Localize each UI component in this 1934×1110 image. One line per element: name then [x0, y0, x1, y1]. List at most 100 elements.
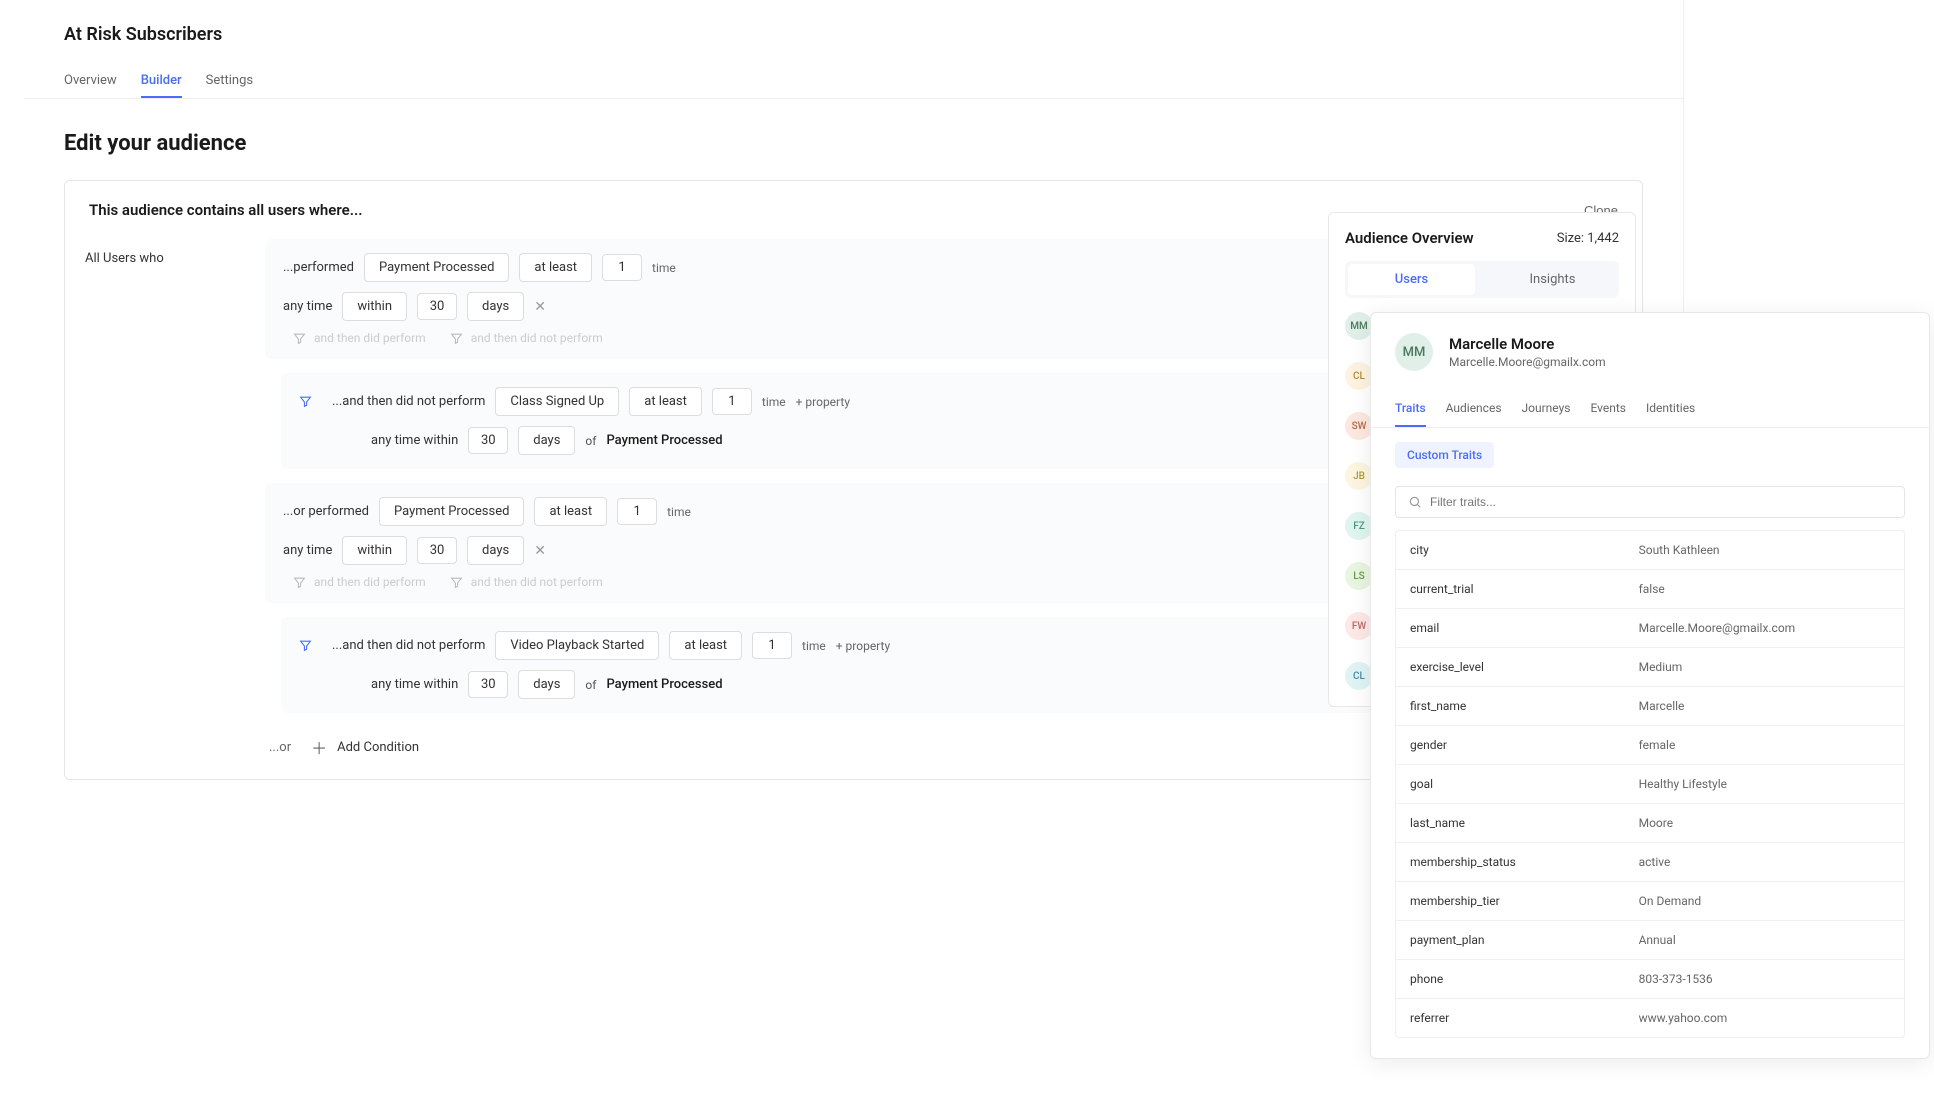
trait-value: www.yahoo.com	[1625, 999, 1904, 1037]
trait-key: city	[1396, 531, 1625, 569]
user-list-item[interactable]: SW	[1345, 412, 1373, 440]
trait-key: membership_tier	[1396, 882, 1625, 920]
within-unit[interactable]: days	[518, 426, 575, 455]
user-list-item[interactable]: CL	[1345, 662, 1373, 690]
condition-prefix: ...and then did not perform	[332, 638, 485, 653]
event-selector[interactable]: Payment Processed	[364, 253, 509, 282]
chip-custom-traits[interactable]: Custom Traits	[1395, 442, 1494, 468]
count-input[interactable]: 1	[602, 254, 642, 281]
user-avatar: MM	[1395, 333, 1433, 371]
within-selector[interactable]: within	[342, 292, 407, 321]
within-unit[interactable]: days	[467, 292, 524, 321]
time-suffix: time	[667, 505, 691, 519]
ud-tab-journeys[interactable]: Journeys	[1522, 391, 1571, 427]
filter-traits-search[interactable]	[1395, 486, 1905, 518]
event-selector[interactable]: Payment Processed	[379, 497, 524, 526]
trait-value: 803-373-1536	[1625, 960, 1904, 998]
within-count[interactable]: 30	[468, 671, 508, 698]
all-users-label: All Users who	[65, 239, 265, 779]
tab-overview[interactable]: Overview	[64, 65, 117, 98]
trait-row: referrerwww.yahoo.com	[1396, 999, 1904, 1037]
remove-timewindow-3[interactable]: ✕	[534, 543, 546, 559]
tab-settings[interactable]: Settings	[206, 65, 253, 98]
trait-key: payment_plan	[1396, 921, 1625, 959]
trait-row: membership_statusactive	[1396, 843, 1904, 882]
within-unit[interactable]: days	[467, 536, 524, 565]
trait-row: membership_tierOn Demand	[1396, 882, 1904, 921]
overview-tab-insights[interactable]: Insights	[1489, 264, 1616, 295]
user-list-item[interactable]: CL	[1345, 362, 1373, 390]
trait-row: payment_planAnnual	[1396, 921, 1904, 960]
filter-traits-input[interactable]	[1430, 495, 1892, 509]
user-list-item[interactable]: MM	[1345, 312, 1373, 340]
user-detail-panel: MM Marcelle Moore Marcelle.Moore@gmailx.…	[1370, 312, 1930, 1059]
trait-row: first_nameMarcelle	[1396, 687, 1904, 726]
trait-key: last_name	[1396, 804, 1625, 842]
remove-timewindow-1[interactable]: ✕	[534, 299, 546, 315]
overview-tab-users[interactable]: Users	[1348, 264, 1475, 295]
within-count[interactable]: 30	[417, 537, 457, 564]
funnel-icon	[299, 395, 312, 408]
user-list-item[interactable]: LS	[1345, 562, 1373, 590]
funnel-didnot-perform[interactable]: and then did not perform	[450, 331, 603, 345]
user-list-item[interactable]: JB	[1345, 462, 1373, 490]
anytime-label: any time	[283, 299, 332, 314]
within-count[interactable]: 30	[468, 427, 508, 454]
user-name: Marcelle Moore	[1449, 335, 1606, 353]
plus-icon: ＋	[311, 735, 327, 759]
trait-value: Marcelle.Moore@gmailx.com	[1625, 609, 1904, 647]
count-input[interactable]: 1	[617, 498, 657, 525]
time-suffix: time	[802, 639, 826, 653]
add-condition-button[interactable]: ＋ Add Condition	[311, 735, 419, 759]
time-suffix: time	[652, 261, 676, 275]
trait-value: Moore	[1625, 804, 1904, 842]
tab-builder[interactable]: Builder	[141, 65, 182, 98]
main-tabs: Overview Builder Settings	[24, 65, 1683, 99]
section-title: Edit your audience	[24, 99, 1683, 180]
trait-row: exercise_levelMedium	[1396, 648, 1904, 687]
event-selector[interactable]: Class Signed Up	[495, 387, 619, 416]
trait-value: Marcelle	[1625, 687, 1904, 725]
add-property-2[interactable]: + property	[796, 395, 850, 409]
operator-selector[interactable]: at least	[519, 253, 592, 282]
ud-tab-audiences[interactable]: Audiences	[1446, 391, 1502, 427]
trait-key: referrer	[1396, 999, 1625, 1037]
within-unit[interactable]: days	[518, 670, 575, 699]
of-label: of	[585, 434, 596, 448]
or-label: ...or	[269, 740, 291, 755]
operator-selector[interactable]: at least	[669, 631, 742, 660]
operator-selector[interactable]: at least	[534, 497, 607, 526]
event-selector[interactable]: Video Playback Started	[495, 631, 659, 660]
count-input[interactable]: 1	[752, 632, 792, 659]
add-property-4[interactable]: + property	[836, 639, 890, 653]
funnel-didnot-perform[interactable]: and then did not perform	[450, 575, 603, 589]
funnel-icon	[299, 639, 312, 652]
ud-tab-identities[interactable]: Identities	[1646, 391, 1695, 427]
builder-header-title: This audience contains all users where..…	[89, 201, 362, 219]
user-list-item[interactable]: FW	[1345, 612, 1373, 640]
traits-table: citySouth Kathleencurrent_trialfalseemai…	[1395, 530, 1905, 1038]
trait-row: current_trialfalse	[1396, 570, 1904, 609]
operator-selector[interactable]: at least	[629, 387, 702, 416]
trait-row: last_nameMoore	[1396, 804, 1904, 843]
of-event: Payment Processed	[606, 677, 722, 692]
within-count[interactable]: 30	[417, 293, 457, 320]
ud-tab-events[interactable]: Events	[1590, 391, 1626, 427]
within-selector[interactable]: within	[342, 536, 407, 565]
trait-key: exercise_level	[1396, 648, 1625, 686]
trait-key: email	[1396, 609, 1625, 647]
trait-row: citySouth Kathleen	[1396, 531, 1904, 570]
trait-key: gender	[1396, 726, 1625, 764]
page-title: At Risk Subscribers	[64, 24, 1643, 45]
user-list-item[interactable]: FZ	[1345, 512, 1373, 540]
ud-tab-traits[interactable]: Traits	[1395, 391, 1426, 427]
funnel-did-perform[interactable]: and then did perform	[293, 331, 426, 345]
trait-value: Medium	[1625, 648, 1904, 686]
funnel-did-perform[interactable]: and then did perform	[293, 575, 426, 589]
overview-tabs: Users Insights	[1345, 261, 1619, 298]
anytime-within-label: any time within	[371, 677, 458, 692]
trait-row: emailMarcelle.Moore@gmailx.com	[1396, 609, 1904, 648]
condition-prefix: ...performed	[283, 260, 354, 275]
count-input[interactable]: 1	[712, 388, 752, 415]
user-detail-tabs: Traits Audiences Journeys Events Identit…	[1371, 391, 1929, 428]
